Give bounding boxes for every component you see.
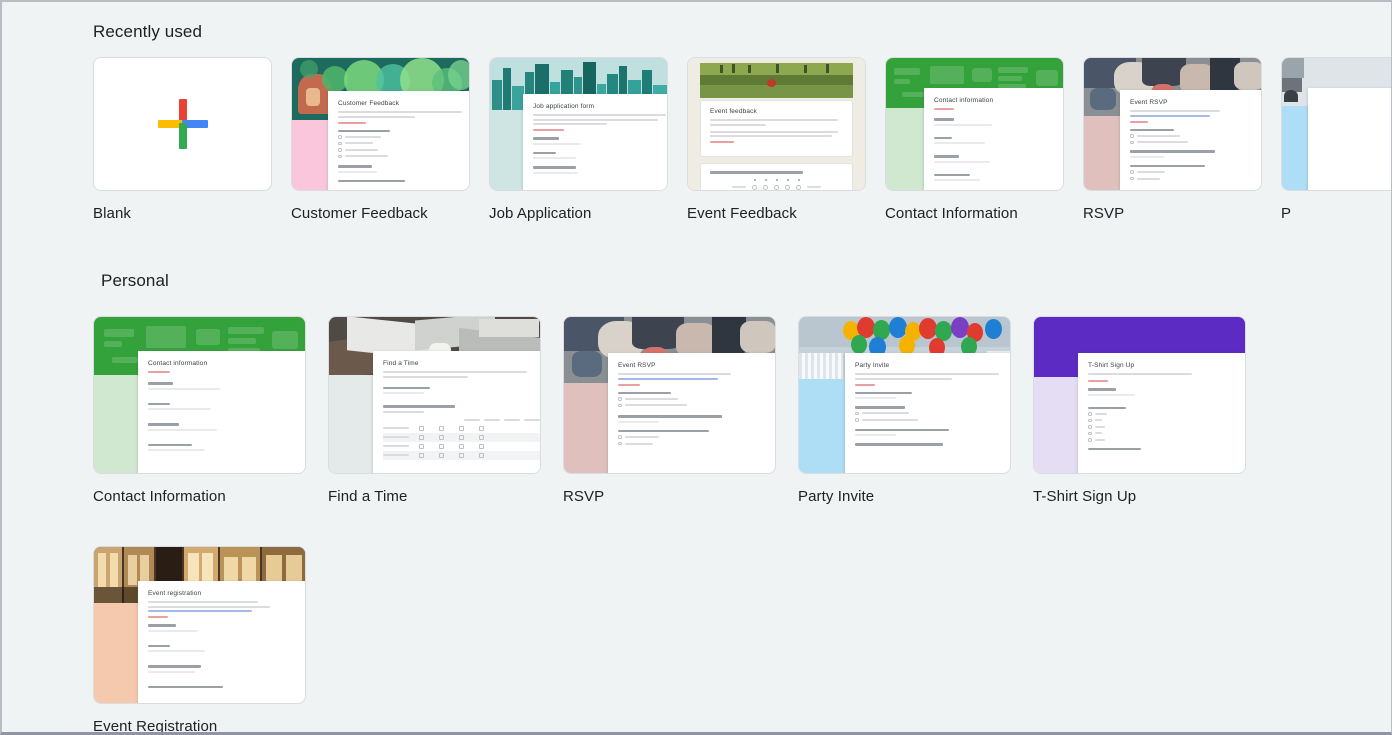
template-label: Find a Time: [328, 488, 541, 505]
template-thumbnail-find-a-time[interactable]: Find a Time: [328, 316, 541, 474]
template-thumbnail-contact-information[interactable]: Contact information: [885, 57, 1064, 191]
plus-icon: [156, 97, 210, 151]
template-thumbnail-job-application[interactable]: Job application form: [489, 57, 668, 191]
form-title: Contact information: [148, 360, 305, 367]
template-label: RSVP: [563, 488, 776, 505]
template-label: Blank: [93, 205, 272, 222]
template-thumbnail-rsvp[interactable]: Event RSVP: [1083, 57, 1262, 191]
template-thumbnail-t-shirt-sign-up[interactable]: T-Shirt Sign Up: [1033, 316, 1246, 474]
template-card-event-feedback[interactable]: Event feedback: [687, 57, 866, 222]
personal-row-2: Event registration Event: [93, 546, 306, 732]
template-label: Party Invite: [798, 488, 1011, 505]
form-title: Find a Time: [383, 360, 540, 367]
form-title: Event RSVP: [618, 362, 775, 369]
template-card-contact-information[interactable]: Contact information Contact Information: [885, 57, 1064, 222]
template-card-rsvp[interactable]: Event RSVP RSVP: [1083, 57, 1262, 222]
template-card-find-a-time[interactable]: Find a Time Find a Time: [328, 316, 541, 505]
form-title: Event RSVP: [1130, 99, 1259, 106]
template-thumbnail-party-invite[interactable]: Party Invite: [798, 316, 1011, 474]
template-label: Contact Information: [885, 205, 1064, 222]
template-card-party-invite[interactable]: Party Invite Party Invit: [798, 316, 1011, 505]
section-title-personal: Personal: [101, 271, 169, 291]
template-card-customer-feedback[interactable]: Customer Feedback Custom: [291, 57, 470, 222]
template-card-partial[interactable]: P: [1281, 57, 1391, 222]
template-card-rsvp[interactable]: Event RSVP RSVP: [563, 316, 776, 505]
template-gallery[interactable]: Recently used Blank: [2, 2, 1391, 732]
form-title: Customer Feedback: [338, 100, 467, 107]
template-label: Event Registration: [93, 718, 306, 732]
template-label: T-Shirt Sign Up: [1033, 488, 1246, 505]
template-thumbnail-event-registration[interactable]: Event registration: [93, 546, 306, 704]
form-title: Job application form: [533, 103, 668, 110]
recently-used-row: Blank: [93, 57, 1391, 222]
form-title: T-Shirt Sign Up: [1088, 362, 1245, 369]
form-title: Party Invite: [855, 362, 1011, 369]
section-title-recently-used: Recently used: [93, 22, 202, 42]
template-label: Customer Feedback: [291, 205, 470, 222]
personal-row-1: Contact information Contact Information: [93, 316, 1246, 505]
template-label: Event Feedback: [687, 205, 866, 222]
template-card-t-shirt-sign-up[interactable]: T-Shirt Sign Up T-Shirt: [1033, 316, 1246, 505]
template-card-job-application[interactable]: Job application form Job Application: [489, 57, 668, 222]
template-card-contact-information[interactable]: Contact information Contact Information: [93, 316, 306, 505]
template-label: RSVP: [1083, 205, 1262, 222]
template-thumbnail-partial[interactable]: [1281, 57, 1391, 191]
template-thumbnail-customer-feedback[interactable]: Customer Feedback: [291, 57, 470, 191]
form-title: Contact information: [934, 97, 1061, 104]
template-thumbnail-blank[interactable]: [93, 57, 272, 191]
form-title: Event registration: [148, 590, 305, 597]
template-label: Contact Information: [93, 488, 306, 505]
template-card-blank[interactable]: Blank: [93, 57, 272, 222]
template-thumbnail-rsvp[interactable]: Event RSVP: [563, 316, 776, 474]
template-thumbnail-event-feedback[interactable]: Event feedback: [687, 57, 866, 191]
form-title: Event feedback: [710, 108, 843, 115]
template-label: P: [1281, 205, 1391, 222]
template-card-event-registration[interactable]: Event registration Event: [93, 546, 306, 732]
template-label: Job Application: [489, 205, 668, 222]
template-thumbnail-contact-information[interactable]: Contact information: [93, 316, 306, 474]
